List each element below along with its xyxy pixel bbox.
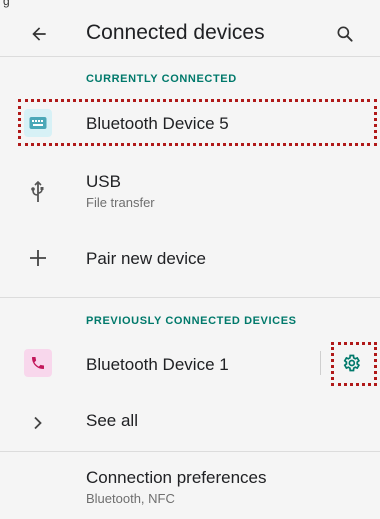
- usb-icon-container: [24, 178, 52, 206]
- status-bar: g: [0, 0, 380, 10]
- device-settings-button[interactable]: [336, 348, 366, 378]
- back-button[interactable]: [22, 17, 56, 51]
- device-icon-container: [24, 109, 52, 137]
- chevron-right-icon: [34, 416, 42, 430]
- see-all-row[interactable]: See all: [0, 403, 380, 443]
- keyboard-icon: [29, 117, 47, 129]
- section-divider: [0, 297, 380, 298]
- previous-device-row[interactable]: Bluetooth Device 1: [0, 340, 380, 390]
- search-icon: [337, 26, 353, 42]
- connection-preferences-row[interactable]: Connection preferences Bluetooth, NFC: [0, 460, 380, 516]
- vertical-separator: [320, 351, 321, 375]
- phone-icon: [32, 357, 44, 369]
- app-bar-divider: [0, 56, 380, 57]
- connection-preferences-title: Connection preferences: [86, 468, 267, 487]
- section-header-previously-connected: PREVIOUSLY CONNECTED DEVICES: [86, 315, 297, 327]
- pair-new-device-label: Pair new device: [86, 249, 207, 268]
- phone-icon-container: [24, 349, 52, 377]
- connected-device-row[interactable]: Bluetooth Device 5: [0, 98, 380, 150]
- see-all-label: See all: [86, 411, 138, 430]
- usb-title: USB: [86, 172, 121, 191]
- usb-row[interactable]: USB File transfer: [0, 162, 380, 218]
- usb-icon: [31, 181, 44, 202]
- usb-subtitle: File transfer: [86, 195, 155, 210]
- pair-new-device-row[interactable]: Pair new device: [0, 234, 380, 284]
- chevron-container: [24, 409, 52, 437]
- arrow-back-icon: [32, 27, 46, 41]
- section-header-currently-connected: CURRENTLY CONNECTED: [86, 73, 237, 85]
- app-bar: Connected devices: [0, 10, 380, 56]
- preferences-divider: [0, 451, 380, 452]
- connection-preferences-subtitle: Bluetooth, NFC: [86, 491, 175, 506]
- search-button[interactable]: [328, 17, 362, 51]
- page-title: Connected devices: [86, 21, 265, 44]
- status-bar-text: g: [3, 0, 10, 8]
- device-name: Bluetooth Device 5: [86, 114, 229, 133]
- gear-icon: [343, 354, 361, 372]
- plus-icon: [30, 250, 46, 266]
- plus-icon-container: [24, 244, 52, 272]
- previous-device-name: Bluetooth Device 1: [86, 355, 229, 374]
